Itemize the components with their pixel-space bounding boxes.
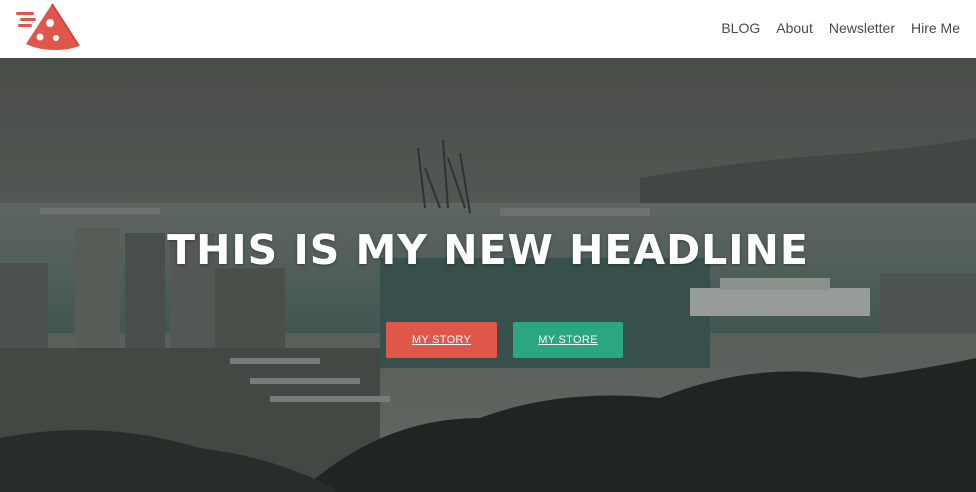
pizza-slice-logo-icon[interactable]: [16, 3, 82, 53]
hero-section: THIS IS MY NEW HEADLINE MY STORY MY STOR…: [0, 58, 976, 492]
nav-link-about[interactable]: About: [776, 19, 813, 37]
my-story-button[interactable]: MY STORY: [386, 322, 497, 358]
nav-link-blog[interactable]: BLOG: [721, 19, 760, 37]
hero-headline: THIS IS MY NEW HEADLINE: [167, 226, 809, 274]
main-nav: BLOG About Newsletter Hire Me: [721, 19, 960, 37]
top-navigation-bar: BLOG About Newsletter Hire Me: [0, 0, 976, 58]
hero-overlay: [0, 58, 976, 492]
my-store-button[interactable]: MY STORE: [513, 322, 623, 358]
nav-link-hire-me[interactable]: Hire Me: [911, 19, 960, 37]
nav-link-newsletter[interactable]: Newsletter: [829, 19, 895, 37]
